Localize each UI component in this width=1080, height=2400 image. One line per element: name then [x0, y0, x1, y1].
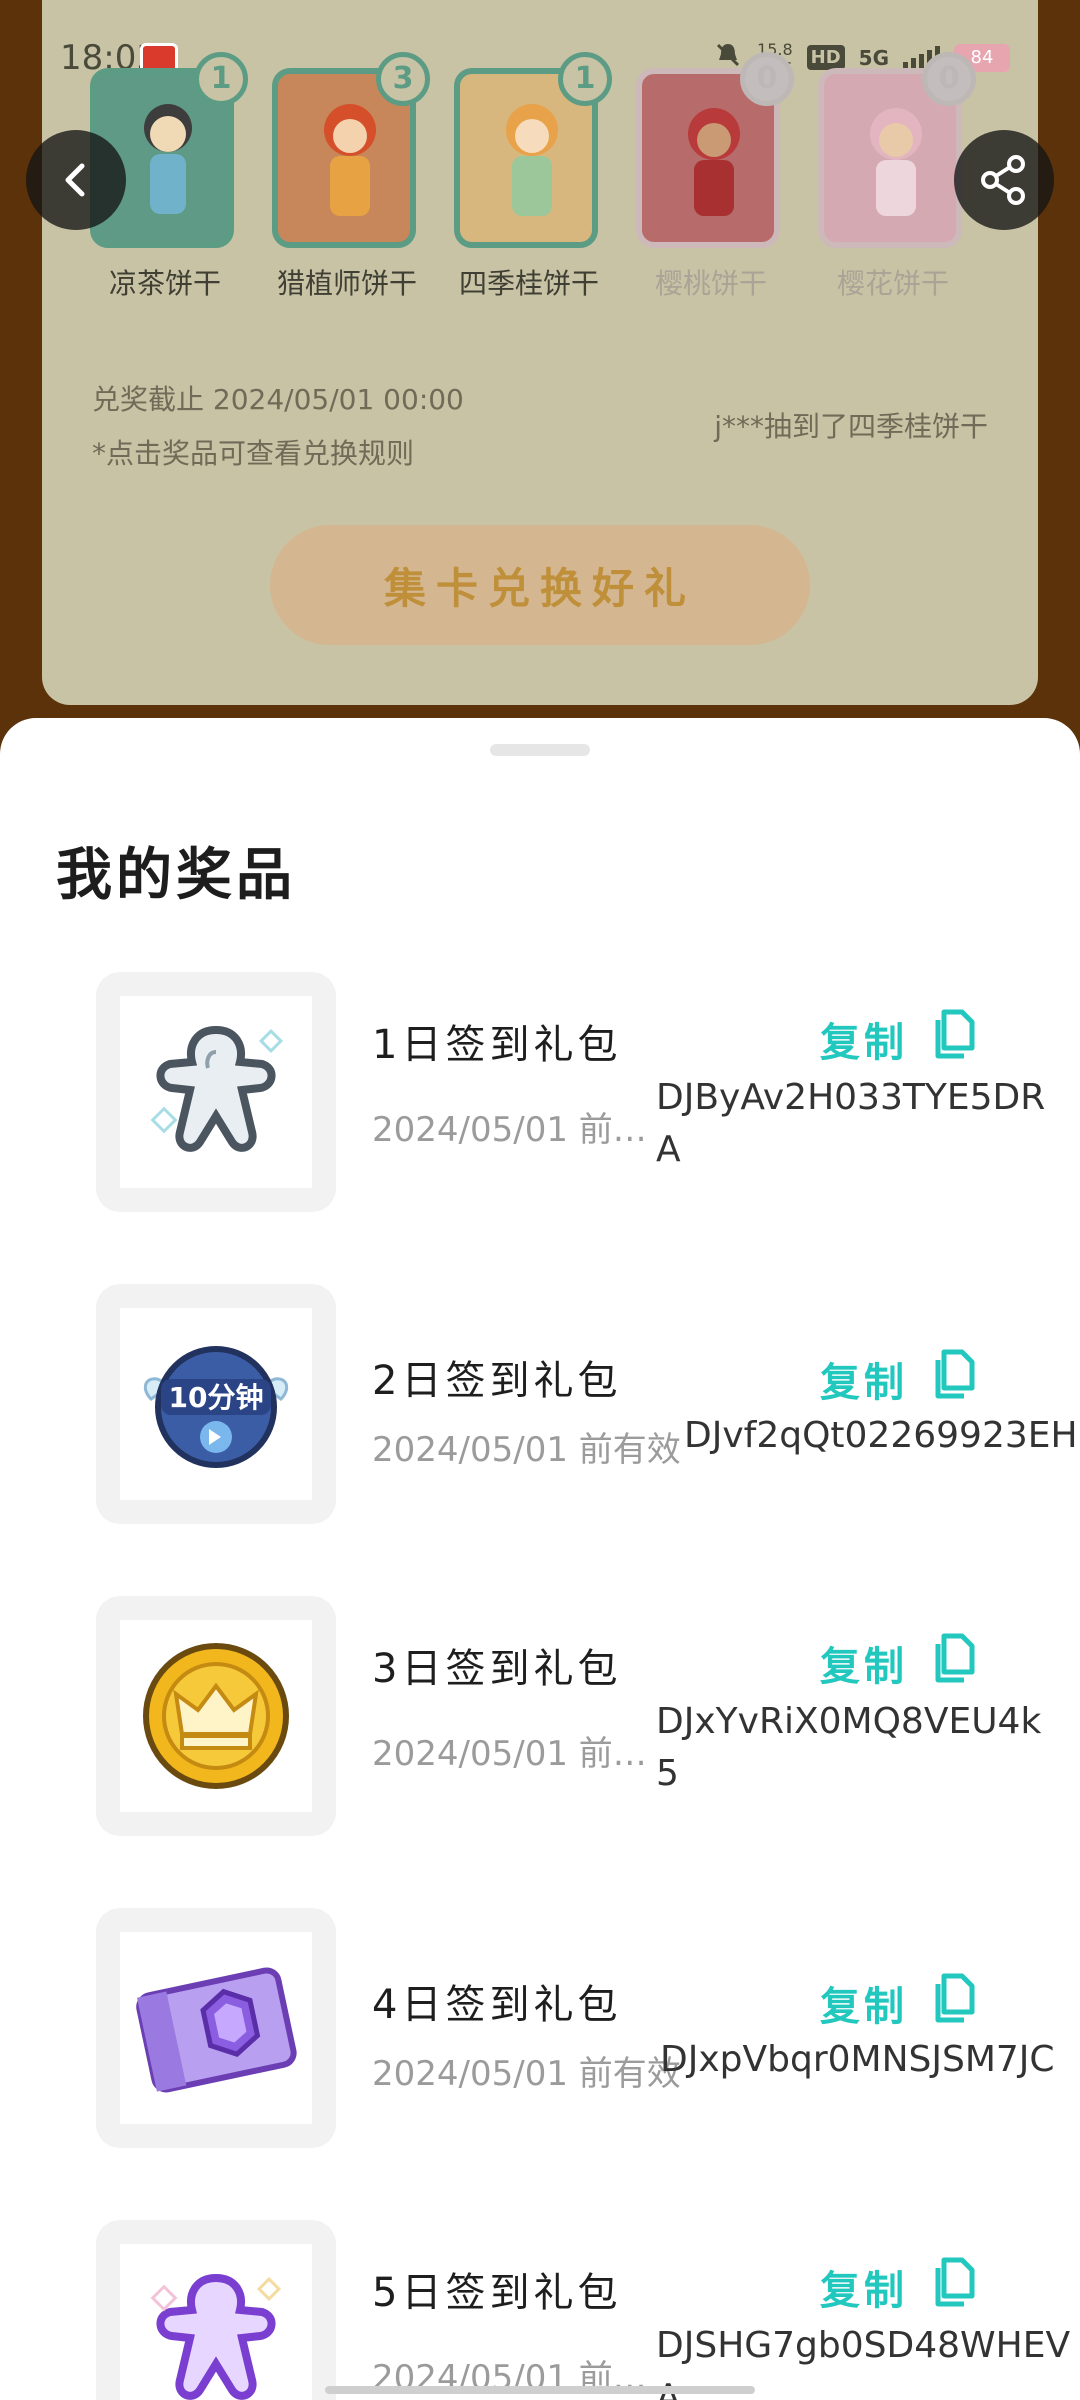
- prize-code-line: DJvf2qQt02269923EH: [684, 1415, 1078, 1456]
- my-prizes-sheet: 我的奖品 1日签到礼包 2024/05/01 前… DJByAv2H033TYE…: [0, 718, 1080, 2400]
- prize-code-line: DJSHG7gb0SD48WHEV: [656, 2325, 1071, 2366]
- prize-item[interactable]: 1日签到礼包 2024/05/01 前… DJByAv2H033TYE5DR A…: [0, 972, 1080, 1212]
- sheet-title: 我的奖品: [56, 843, 296, 908]
- copy-icon[interactable]: [930, 2256, 978, 2308]
- card-name: 四季桂饼干: [458, 267, 599, 300]
- cookie-character-icon: [870, 108, 922, 216]
- prize-item[interactable]: 5日签到礼包 2024/05/01 前… DJSHG7gb0SD48WHEV A…: [0, 2220, 1080, 2400]
- share-icon: [981, 155, 1025, 205]
- prize-code-line: DJByAv2H033TYE5DR: [656, 1077, 1046, 1118]
- cookie-cutter-icon: [150, 2273, 282, 2400]
- share-button[interactable]: [954, 130, 1054, 230]
- svg-text:10分钟: 10分钟: [169, 1381, 264, 1414]
- exchange-button[interactable]: 集卡兑换好礼: [270, 525, 810, 645]
- copy-button[interactable]: 复制: [820, 1350, 908, 1408]
- card-yinghua[interactable]: 0 樱花饼干: [818, 52, 976, 302]
- prize-expiry: 2024/05/01 前有效: [372, 2054, 681, 2094]
- prize-code: DJxYvRiX0MQ8VEU4k 5: [656, 1696, 1041, 1800]
- card-collection: 1 凉茶饼干 3 猎植师饼干 1 四季桂饼干 0 樱桃饼干 0 樱花饼干: [90, 52, 976, 302]
- prize-name: 1日签到礼包: [372, 1022, 622, 1068]
- card-name: 凉茶饼干: [108, 267, 221, 300]
- prize-code-line: DJxYvRiX0MQ8VEU4k: [656, 1701, 1042, 1742]
- card-count: 0: [922, 52, 976, 106]
- copy-button[interactable]: 复制: [820, 1634, 908, 1692]
- prize-thumbnail: [96, 1908, 336, 2148]
- copy-icon[interactable]: [930, 1632, 978, 1684]
- hd-badge: HD: [806, 45, 845, 70]
- prize-thumbnail: [96, 1596, 336, 1836]
- card-name: 樱花饼干: [836, 267, 949, 300]
- cookie-character-icon: [506, 104, 558, 216]
- copy-button[interactable]: 复制: [820, 1974, 908, 2032]
- cookie-character-icon: [324, 104, 376, 216]
- crown-coin-icon: [143, 1643, 289, 1789]
- copy-button[interactable]: 复制: [820, 2258, 908, 2316]
- prize-name: 4日签到礼包: [372, 1982, 622, 2028]
- draw-ticker: j***抽到了四季桂饼干: [714, 410, 988, 443]
- home-indicator[interactable]: [325, 2386, 755, 2394]
- cookie-character-icon: [144, 104, 192, 214]
- prize-thumbnail: [96, 972, 336, 1212]
- card-sijigui[interactable]: 1 四季桂饼干: [454, 52, 612, 302]
- prize-expiry: 2024/05/01 前…: [372, 1110, 647, 1150]
- purple-ticket-icon: [136, 1967, 297, 2093]
- prize-code: DJxpVbqr0MNSJSM7JC: [660, 2034, 1055, 2086]
- copy-button[interactable]: 复制: [820, 1010, 908, 1068]
- speedup-10min-icon: 10分钟: [143, 1346, 289, 1468]
- prize-name: 5日签到礼包: [372, 2270, 622, 2316]
- prize-expiry: 2024/05/01 前有效: [372, 1430, 681, 1470]
- prize-item[interactable]: 4日签到礼包 2024/05/01 前有效 DJxpVbqr0MNSJSM7JC…: [0, 1908, 1080, 2148]
- prize-thumbnail: 10分钟: [96, 1284, 336, 1524]
- cookie-character-icon: [688, 108, 740, 216]
- copy-icon[interactable]: [930, 1348, 978, 1400]
- chevron-left-icon: [65, 163, 85, 197]
- copy-icon[interactable]: [930, 1972, 978, 2024]
- card-count: 0: [740, 52, 794, 106]
- prize-item[interactable]: 10分钟 2日签到礼包 2024/05/01 前有效 DJvf2qQt02269…: [0, 1284, 1080, 1524]
- sheet-grabber[interactable]: [490, 744, 590, 756]
- prize-thumbnail: [96, 2220, 336, 2400]
- card-count: 3: [376, 52, 430, 106]
- prize-code-line: DJxpVbqr0MNSJSM7JC: [660, 2039, 1055, 2080]
- battery-level: 84: [970, 47, 994, 68]
- card-yingtao[interactable]: 0 樱桃饼干: [636, 52, 794, 302]
- card-lieshi[interactable]: 3 猎植师饼干: [272, 52, 430, 302]
- rules-hint[interactable]: *点击奖品可查看兑换规则: [92, 432, 414, 472]
- prize-item[interactable]: 3日签到礼包 2024/05/01 前… DJxYvRiX0MQ8VEU4k 5…: [0, 1596, 1080, 1836]
- network-type: 5G: [858, 45, 889, 70]
- prize-expiry: 2024/05/01 前…: [372, 1734, 647, 1774]
- card-count: 1: [558, 52, 612, 106]
- back-button[interactable]: [26, 130, 126, 230]
- card-name: 樱桃饼干: [654, 267, 767, 300]
- prize-code-line: 5: [656, 1753, 679, 1794]
- prize-code: DJvf2qQt02269923EH: [684, 1410, 1078, 1462]
- prize-code-line: A: [656, 1129, 681, 1170]
- redeem-deadline: 兑奖截止 2024/05/01 00:00: [92, 383, 464, 416]
- cookie-cutter-icon: [150, 1025, 284, 1152]
- prize-name: 2日签到礼包: [372, 1358, 622, 1404]
- copy-icon[interactable]: [930, 1008, 978, 1060]
- card-name: 猎植师饼干: [276, 267, 417, 300]
- prize-name: 3日签到礼包: [372, 1646, 622, 1692]
- prize-code: DJByAv2H033TYE5DR A: [656, 1072, 1045, 1176]
- card-count: 1: [194, 52, 248, 106]
